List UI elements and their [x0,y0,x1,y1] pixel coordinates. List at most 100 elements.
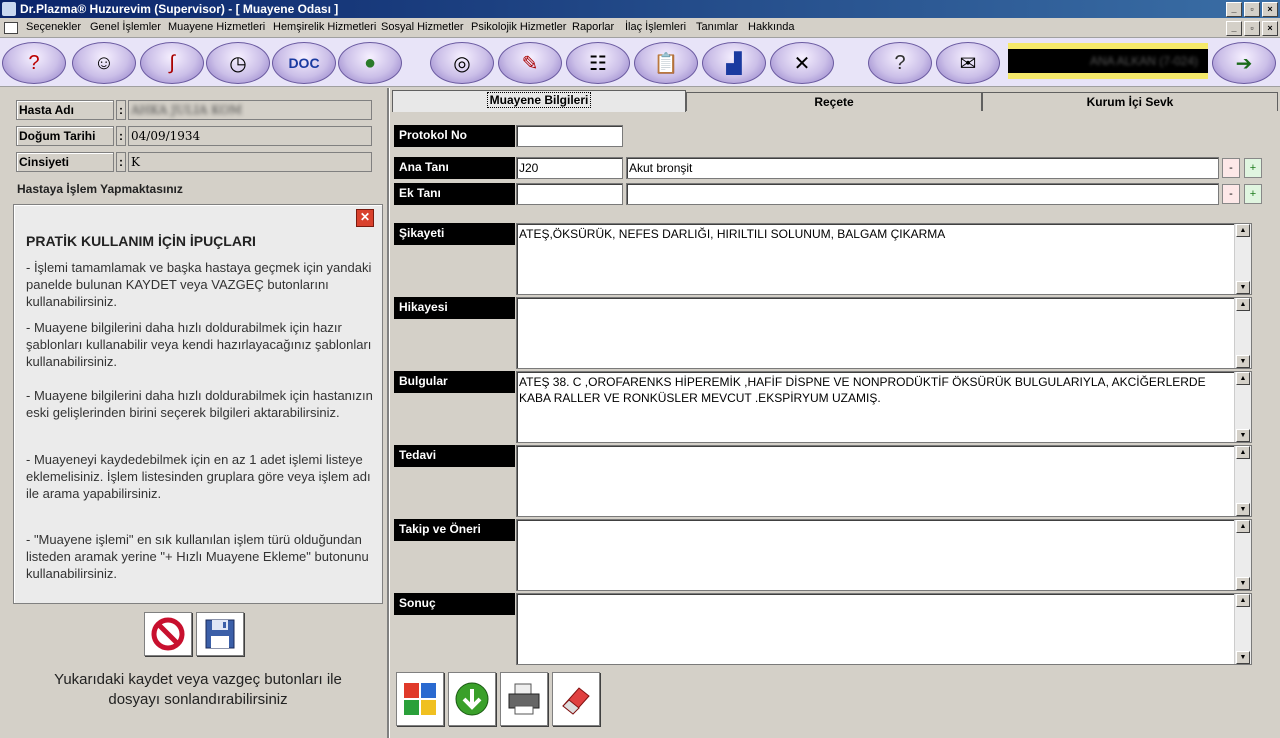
child-minimize-button[interactable]: _ [1226,21,1242,36]
protokol-no-input[interactable] [516,125,623,147]
floppy-save-icon [205,619,235,649]
help-head-icon[interactable]: ? [2,42,66,84]
printer-icon [508,683,540,715]
scroll-up-icon[interactable]: ▲ [1236,224,1250,237]
scrollbar[interactable]: ▲ ▼ [1234,446,1251,516]
patient-name-value: AHKA JULIA KOM [128,100,372,120]
cancel-button[interactable] [144,612,192,656]
menu-raporlar[interactable]: Raporlar [572,21,614,33]
hikayesi-textarea[interactable]: ▲ ▼ [516,297,1252,369]
scroll-down-icon[interactable]: ▼ [1236,355,1250,368]
tips-close-icon[interactable]: ✕ [356,209,374,227]
protokol-no-label: Protokol No [394,125,515,147]
templates-button[interactable] [396,672,444,726]
sonuc-textarea[interactable]: ▲ ▼ [516,593,1252,665]
menu-secenekler[interactable]: Seçenekler [26,21,81,33]
ek-tani-label: Ek Tanı [394,183,515,205]
cancel-icon [151,617,185,651]
scroll-down-icon[interactable]: ▼ [1236,651,1250,664]
window-title: Dr.Plazma® Huzurevim (Supervisor) - [ Mu… [20,2,339,16]
scroll-up-icon[interactable]: ▲ [1236,372,1250,385]
syringe-icon[interactable]: ✎ [498,42,562,84]
ana-tani-code-input[interactable]: J20 [516,157,623,179]
save-button[interactable] [196,612,244,656]
menu-tanimlar[interactable]: Tanımlar [696,21,738,33]
ana-tani-remove-button[interactable]: - [1222,158,1240,178]
import-button[interactable] [448,672,496,726]
close-button[interactable]: × [1262,2,1278,17]
mdi-child-icon[interactable] [4,22,18,34]
menu-muayene-hizmetleri[interactable]: Muayene Hizmetleri [168,21,265,33]
ek-tani-remove-button[interactable]: - [1222,184,1240,204]
word-document-icon[interactable]: DOC [272,42,336,84]
scroll-down-icon[interactable]: ▼ [1236,577,1250,590]
minimize-button[interactable]: _ [1226,2,1242,17]
ana-tani-desc-input[interactable]: Akut bronşit [626,157,1219,179]
eraser-icon [562,687,590,715]
tedavi-textarea[interactable]: ▲ ▼ [516,445,1252,517]
spiral-icon[interactable]: ◎ [430,42,494,84]
tab-muayene-bilgileri[interactable]: Muayene Bilgileri [392,90,686,112]
scrollbar[interactable]: ▲ ▼ [1234,298,1251,368]
tips-panel: ✕ PRATİK KULLANIM İÇİN İPUÇLARI - İşlemi… [13,204,383,604]
menu-bar: Seçenekler Genel İşlemler Muayene Hizmet… [0,18,1280,38]
doctors-icon[interactable]: ☺ [72,42,136,84]
print-button[interactable] [500,672,548,726]
patient-dob-colon: : [116,126,126,146]
hikayesi-label: Hikayesi [394,297,515,319]
restore-button[interactable]: ▫ [1244,2,1260,17]
toolbar: ? ☺ ∫ ◷ DOC ● ◎ ✎ ☷ 📋 ▟ ✕ ? ✉ ANA ALKAN … [0,38,1280,87]
patient-gender-label: Cinsiyeti [16,152,114,172]
patient-gender-value: K [128,152,372,172]
bar-chart-icon[interactable]: ▟ [702,42,766,84]
sikayeti-textarea[interactable]: ATEŞ,ÖKSÜRÜK, NEFES DARLIĞI, HIRILTILI S… [516,223,1252,295]
patient-name-label: Hasta Adı [16,100,114,120]
scroll-up-icon[interactable]: ▲ [1236,520,1250,533]
child-close-button[interactable]: × [1262,21,1278,36]
takip-oneri-textarea[interactable]: ▲ ▼ [516,519,1252,591]
ek-tani-add-button[interactable]: + [1244,184,1262,204]
ana-tani-add-button[interactable]: + [1244,158,1262,178]
scroll-down-icon[interactable]: ▼ [1236,281,1250,294]
scroll-up-icon[interactable]: ▲ [1236,298,1250,311]
pills-icon[interactable]: ● [338,42,402,84]
processing-notice: Hastaya İşlem Yapmaktasınız [17,182,183,196]
sonuc-label: Sonuç [394,593,515,615]
menu-psikolojik-hizmetler[interactable]: Psikolojik Hizmetler [471,21,566,33]
help-note-icon[interactable]: ? [868,42,932,84]
footer-note: Yukarıdaki kaydet veya vazgeç butonları … [54,671,342,708]
scrollbar[interactable]: ▲ ▼ [1234,224,1251,294]
mail-icon[interactable]: ✉ [936,42,1000,84]
ek-tani-desc-input[interactable] [626,183,1219,205]
bulgular-textarea[interactable]: ATEŞ 38. C ,OROFARENKS HİPEREMİK ,HAFİF … [516,371,1252,443]
menu-hemsirelik-hizmetleri[interactable]: Hemşirelik Hizmetleri [273,21,376,33]
menu-hakkinda[interactable]: Hakkında [748,21,794,33]
notes-globe-icon[interactable]: ☷ [566,42,630,84]
scroll-up-icon[interactable]: ▲ [1236,594,1250,607]
stopwatch-icon[interactable]: ◷ [206,42,270,84]
tab-recete[interactable]: Reçete [686,92,982,111]
sikayeti-label: Şikayeti [394,223,515,245]
stethoscope-icon[interactable]: ∫ [140,42,204,84]
tips-title: PRATİK KULLANIM İÇİN İPUÇLARI [26,233,256,249]
menu-ilac-islemleri[interactable]: İlaç İşlemleri [625,21,686,33]
child-restore-button[interactable]: ▫ [1244,21,1260,36]
globe-exit-icon[interactable]: ➔ [1212,42,1276,84]
tools-icon[interactable]: ✕ [770,42,834,84]
patient-panel: Hasta Adı : AHKA JULIA KOM Doğum Tarihi … [10,92,386,736]
scroll-down-icon[interactable]: ▼ [1236,503,1250,516]
scrollbar[interactable]: ▲ ▼ [1234,594,1251,664]
scroll-down-icon[interactable]: ▼ [1236,429,1250,442]
scrollbar[interactable]: ▲ ▼ [1234,372,1251,442]
ek-tani-code-input[interactable] [516,183,623,205]
clear-button[interactable] [552,672,600,726]
menu-genel-islemler[interactable]: Genel İşlemler [90,21,161,33]
menu-sosyal-hizmetler[interactable]: Sosyal Hizmetler [381,21,464,33]
tedavi-label: Tedavi [394,445,515,467]
clipboard-icon[interactable]: 📋 [634,42,698,84]
scroll-up-icon[interactable]: ▲ [1236,446,1250,459]
tab-kurum-ici-sevk[interactable]: Kurum İçi Sevk [982,92,1278,111]
scrollbar[interactable]: ▲ ▼ [1234,520,1251,590]
logged-user-box: ANA ALKAN (7-024) [1008,43,1208,79]
patient-gender-colon: : [116,152,126,172]
